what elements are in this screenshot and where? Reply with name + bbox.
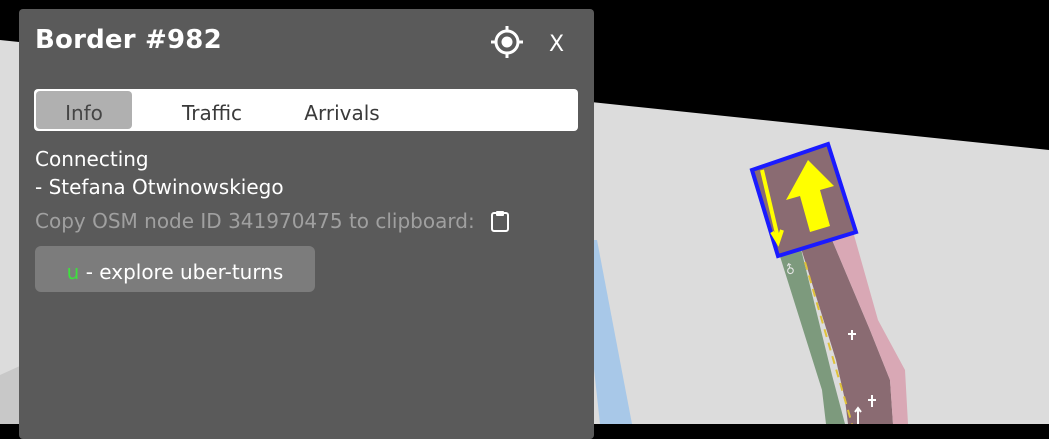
uber-turns-label: - explore uber-turns: [79, 260, 284, 284]
panel-title: Border #982: [35, 25, 222, 55]
explore-uber-turns-button[interactable]: u - explore uber-turns: [35, 246, 315, 292]
connecting-road: - Stefana Otwinowskiego: [35, 175, 284, 199]
tab-info[interactable]: Info: [36, 91, 132, 129]
connecting-info: Connecting - Stefana Otwinowskiego: [35, 145, 284, 201]
tab-arrivals[interactable]: Arrivals: [284, 91, 400, 129]
close-button[interactable]: X: [549, 33, 564, 57]
copy-osm-id-button[interactable]: Copy OSM node ID 341970475 to clipboard:: [35, 209, 511, 233]
connecting-label: Connecting: [35, 147, 149, 171]
tab-bar: Info Traffic Arrivals: [34, 89, 578, 131]
clipboard-icon: [491, 211, 510, 232]
locate-button[interactable]: [489, 24, 525, 60]
tab-traffic[interactable]: Traffic: [152, 91, 272, 129]
copy-osm-id-label: Copy OSM node ID 341970475 to clipboard:: [35, 209, 475, 233]
hotkey-label: u: [66, 260, 80, 284]
info-panel: Border #982 X Info Traffic Arrivals Conn…: [19, 9, 594, 439]
crosshair-target-icon: [491, 26, 523, 58]
